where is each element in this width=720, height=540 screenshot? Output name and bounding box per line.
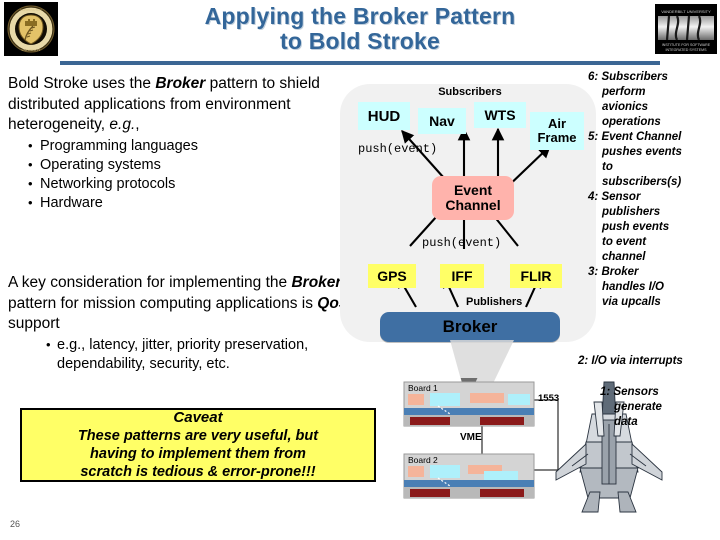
step-2: 2: I/O via interrupts [578, 355, 683, 367]
step-6: 6: Subscribers perform avionics operatio… [588, 70, 720, 130]
list-item: Networking protocols [26, 174, 338, 194]
step-1: 1: Sensors generate data [600, 385, 720, 430]
step-3-line-1: handles I/O [602, 281, 664, 293]
subscribers-label: Subscribers [438, 86, 502, 98]
header-divider [60, 61, 660, 65]
step-4-number: 4: [588, 191, 599, 203]
subscriber-wts-node[interactable]: WTS [474, 102, 526, 128]
step-6-line-2: avionics [602, 101, 649, 113]
step-4-head: Sensor [601, 191, 641, 203]
step-5-line-1: pushes events [602, 146, 682, 158]
step-5: 5: Event Channel pushes events to subscr… [588, 130, 720, 190]
broker-pattern-diagram: Subscribers HUD Nav WTS Air Frame push(e… [340, 84, 596, 350]
step-4-line-2: push events [602, 221, 670, 233]
slide-canvas: WASHINGTON UNIVERSITY VANDERBILT UNIVERS… [0, 0, 720, 540]
vme-bus-label: VME [460, 432, 482, 443]
step-3: 3: Broker handles I/O via upcalls [588, 265, 720, 310]
step-6-head: Subscribers [601, 71, 668, 83]
subscriber-hud-node[interactable]: HUD [358, 102, 410, 130]
step-1-number: 1: [600, 386, 611, 398]
para1-eg-emph: e.g. [109, 116, 136, 133]
svg-text:VANDERBILT UNIVERSITY: VANDERBILT UNIVERSITY [661, 9, 711, 14]
caveat-title: Caveat [173, 409, 223, 426]
publisher-flir-node[interactable]: FLIR [510, 264, 562, 288]
step-5-head: Event Channel [601, 131, 682, 143]
step-6-number: 6: [588, 71, 599, 83]
publishers-label: Publishers [466, 296, 523, 308]
title-line-2: to Bold Stroke [280, 28, 440, 54]
qos-bullets: e.g., latency, jitter, priority preserva… [44, 335, 370, 374]
caveat-line-1: These patterns are very useful, but [77, 428, 319, 444]
seal-icon: WASHINGTON UNIVERSITY [7, 5, 55, 53]
para1-text-3: , [135, 116, 140, 133]
hardware-boards: Board 1 Board 2 VME 1553 [398, 368, 578, 513]
board1-label: Board 1 [408, 383, 438, 393]
push-event-label-top: push(event) [358, 142, 438, 156]
qos-paragraph: A key consideration for implementing the… [8, 273, 370, 374]
para1-broker-emph: Broker [155, 75, 206, 92]
page-title: Applying the Broker Pattern to Bold Stro… [90, 4, 630, 54]
para2-broker-emph: Broker [291, 274, 342, 291]
broker-node[interactable]: Broker [380, 312, 560, 342]
qos-bullet-line2: dependability, security, etc. [57, 355, 230, 372]
para2-text-2: pattern for mission computing applicatio… [8, 294, 318, 312]
event-channel-line-1: Event [453, 182, 493, 198]
intro-paragraph: Bold Stroke uses the Broker pattern to s… [8, 74, 338, 213]
step-3-head: Broker [601, 266, 639, 278]
publisher-iff-node[interactable]: IFF [440, 264, 484, 288]
environment-bullets: Programming languages Operating systems … [26, 136, 338, 213]
isis-logo-icon: VANDERBILT UNIVERSITY INSTITUTE FOR SOFT… [655, 4, 717, 54]
svg-text:UNIVERSITY: UNIVERSITY [21, 48, 41, 52]
step-1-head: Sensors [613, 386, 659, 398]
subscriber-nav-node[interactable]: Nav [418, 108, 466, 134]
step-4: 4: Sensor publishers push events to even… [588, 190, 720, 265]
step-6-line-3: operations [602, 116, 661, 128]
publisher-gps-node[interactable]: GPS [368, 264, 416, 288]
list-item: Programming languages [26, 136, 338, 156]
svg-text:WASHINGTON: WASHINGTON [20, 8, 42, 12]
step-4-line-3: to event [602, 236, 647, 248]
step-3-number: 3: [588, 266, 599, 278]
subscriber-airframe-node[interactable]: Air Frame [530, 112, 584, 150]
para2-text-3: support [8, 315, 60, 332]
step-6-line-1: perform [602, 86, 646, 98]
svg-text:INTEGRATED SYSTEMS: INTEGRATED SYSTEMS [665, 48, 707, 52]
washington-university-seal-logo: WASHINGTON UNIVERSITY [4, 2, 58, 56]
title-line-1: Applying the Broker Pattern [204, 3, 516, 29]
caveat-line-2: having to implement them from [90, 446, 306, 462]
step-5-line-3: subscribers(s) [602, 176, 682, 188]
isis-logo: VANDERBILT UNIVERSITY INSTITUTE FOR SOFT… [655, 4, 717, 54]
step-5-number: 5: [588, 131, 599, 143]
step-5-line-2: to [602, 161, 613, 173]
step-4-line-4: channel [602, 251, 646, 263]
step-1-line-2: data [614, 416, 638, 428]
caveat-line-3: scratch is tedious & error-prone!!! [80, 464, 316, 480]
board2-label: Board 2 [408, 455, 438, 465]
list-item: Operating systems [26, 155, 338, 175]
event-channel-node[interactable]: Event Channel [432, 176, 514, 220]
push-event-label-bottom: push(event) [422, 236, 502, 250]
page-number: 26 [10, 519, 21, 529]
list-item: e.g., latency, jitter, priority preserva… [44, 335, 370, 374]
qos-bullet-line1: e.g., latency, jitter, priority preserva… [57, 336, 309, 353]
caveat-box: Caveat These patterns are very useful, b… [20, 408, 376, 482]
step-3-line-2: via upcalls [602, 296, 661, 308]
step-1-line-1: generate [614, 401, 662, 413]
step-annotations: 6: Subscribers perform avionics operatio… [588, 70, 720, 310]
svg-text:INSTITUTE FOR SOFTWARE: INSTITUTE FOR SOFTWARE [662, 43, 711, 47]
para2-text-1: A key consideration for implementing the [8, 274, 292, 291]
para1-text-1: Bold Stroke uses the [8, 75, 156, 92]
list-item: Hardware [26, 193, 338, 213]
step-4-line-1: publishers [602, 206, 661, 218]
event-channel-line-2: Channel [445, 197, 501, 213]
